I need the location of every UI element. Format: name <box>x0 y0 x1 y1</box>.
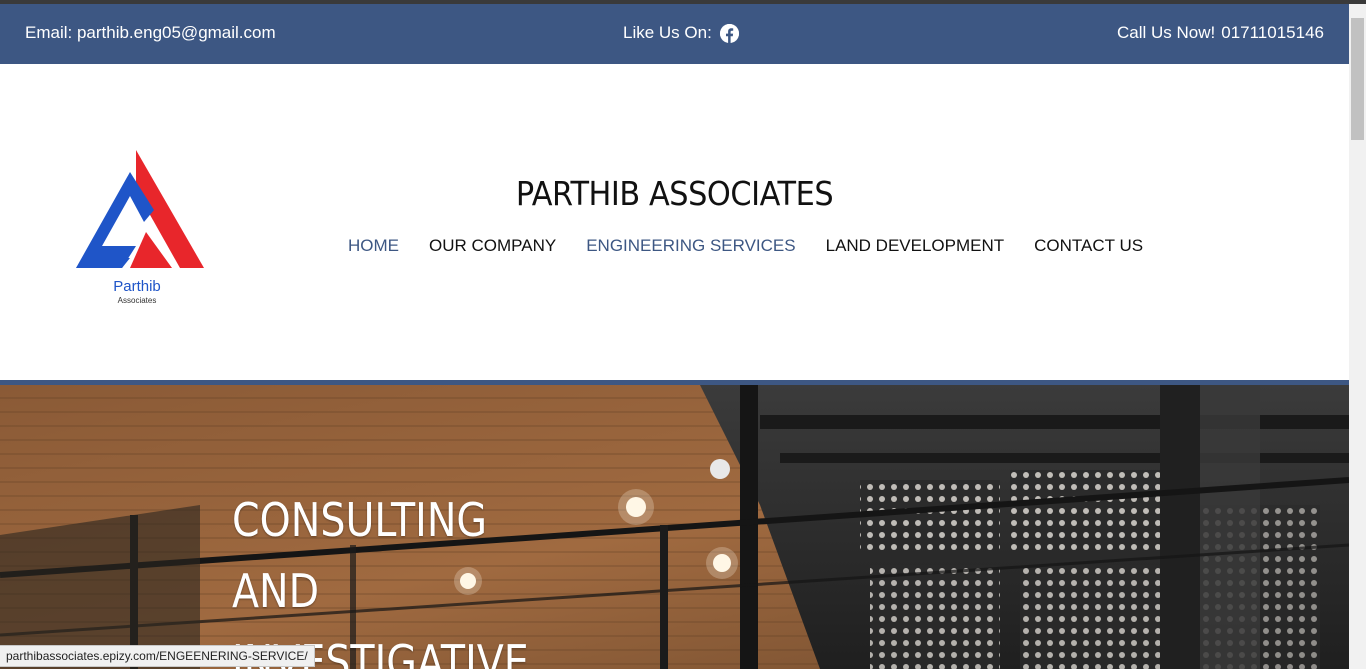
scrollbar-thumb[interactable] <box>1351 18 1364 140</box>
email-link[interactable]: Email: parthib.eng05@gmail.com <box>25 23 276 43</box>
facebook-icon[interactable] <box>719 23 739 43</box>
hero-background-image <box>0 385 1349 669</box>
phone-number[interactable]: 01711015146 <box>1221 23 1324 42</box>
like-us-on: Like Us On: <box>623 23 739 43</box>
logo-triangle-icon <box>76 150 204 268</box>
call-us: Call Us Now! 01711015146 <box>1117 23 1324 43</box>
hero-heading: CONSULTING AND INVESTIGATIVE <box>232 485 529 669</box>
nav-land-development[interactable]: LAND DEVELOPMENT <box>826 236 1005 256</box>
browser-status-url: parthibassociates.epizy.com/ENGEENERING-… <box>0 645 315 667</box>
page: Email: parthib.eng05@gmail.com Like Us O… <box>0 0 1366 669</box>
nav-engineering-services[interactable]: ENGINEERING SERVICES <box>586 236 795 256</box>
main-nav: HOME OUR COMPANY ENGINEERING SERVICES LA… <box>348 236 1143 256</box>
site-title: PARTHIB ASSOCIATES <box>515 174 834 213</box>
logo-name: Parthib <box>113 278 161 295</box>
nav-home[interactable]: HOME <box>348 236 399 256</box>
nav-our-company[interactable]: OUR COMPANY <box>429 236 556 256</box>
logo-subtitle: Associates <box>117 296 157 305</box>
hero-line-1: CONSULTING <box>232 493 488 547</box>
hero-line-2: AND <box>232 564 320 618</box>
top-info-bar: Email: parthib.eng05@gmail.com Like Us O… <box>0 4 1349 64</box>
nav-contact-us[interactable]: CONTACT US <box>1034 236 1143 256</box>
hero-banner: CONSULTING AND INVESTIGATIVE <box>0 385 1349 669</box>
call-label: Call Us Now! <box>1117 23 1216 42</box>
like-us-label: Like Us On: <box>623 23 712 42</box>
site-header: Parthib Associates PARTHIB ASSOCIATES HO… <box>0 64 1349 380</box>
page-scrollbar[interactable] <box>1349 4 1366 669</box>
